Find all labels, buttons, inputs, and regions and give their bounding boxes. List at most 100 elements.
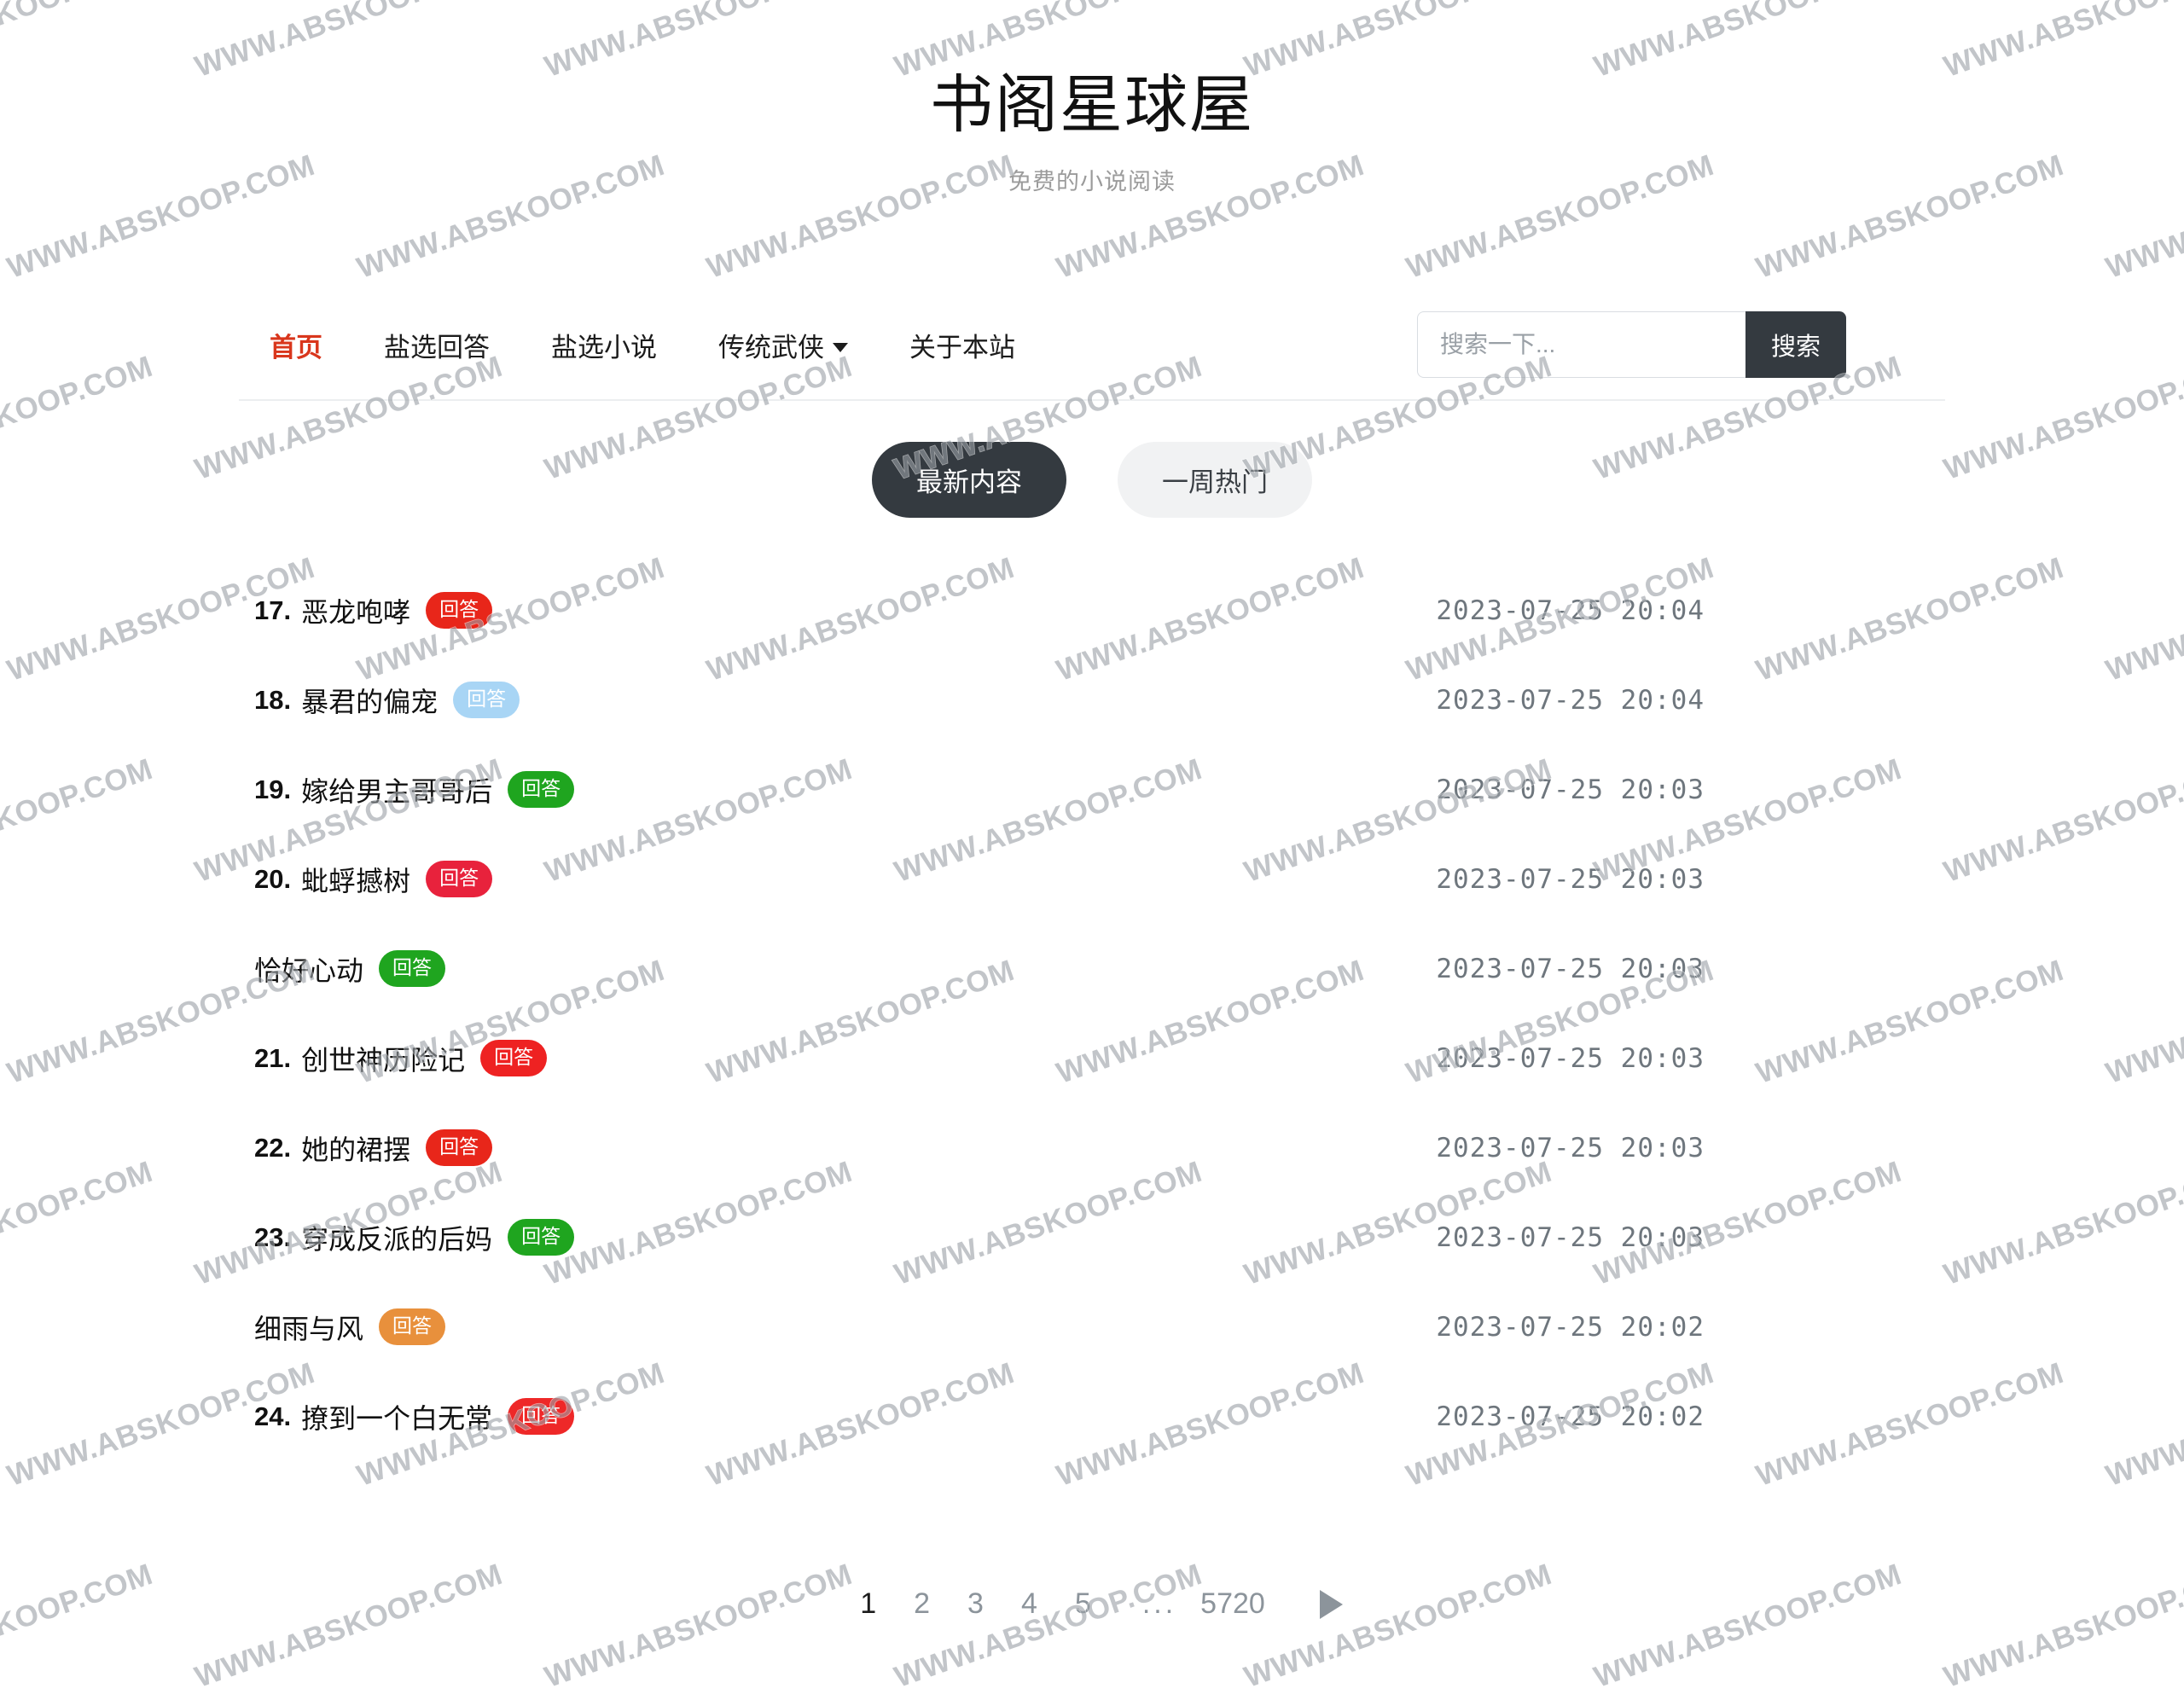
list-item-main: 21. 创世神历险记 回答 <box>254 1039 548 1078</box>
list-item-index: 24. <box>254 1401 292 1431</box>
watermark-text: WWW.ABSKOOP.COM <box>2101 550 2184 688</box>
content-list: 17. 恶龙咆哮 回答 2023-07-25 20:04 18. 暴君的偏宠 回答 2023-… <box>239 566 1945 1461</box>
site-subtitle: 免费的小说阅读 <box>1008 169 1176 195</box>
list-item[interactable]: 21. 创世神历险记 回答 2023-07-25 20:03 <box>239 1013 1945 1103</box>
search-button[interactable]: 搜索 <box>1745 311 1846 379</box>
list-item-date: 2023-07-25 20:03 <box>1436 953 1705 984</box>
list-item-title[interactable]: 创世神历险记 <box>301 1039 465 1078</box>
list-item-date: 2023-07-25 20:02 <box>1436 1311 1705 1343</box>
list-item-badge[interactable]: 回答 <box>426 592 493 630</box>
nav-item-label: 传统武侠 <box>718 332 824 363</box>
list-item-date: 2023-07-25 20:03 <box>1436 1221 1705 1253</box>
list-item-index: 19. <box>254 774 292 804</box>
watermark-text: WWW.ABSKOOP.COM <box>1939 751 2184 890</box>
pagination-page-1[interactable]: 1 <box>841 1587 895 1621</box>
list-item-title[interactable]: 恶龙咆哮 <box>301 591 410 630</box>
watermark-text: WWW.ABSKOOP.COM <box>1240 1557 1557 1695</box>
list-item-title[interactable]: 蚍蜉撼树 <box>301 860 410 899</box>
list-item[interactable]: 19. 嫁给男主哥哥后 回答 2023-07-25 20:03 <box>239 745 1945 834</box>
list-item-main: 19. 嫁给男主哥哥后 回答 <box>254 770 575 809</box>
list-item-date: 2023-07-25 20:03 <box>1436 863 1705 895</box>
list-item-index: 23. <box>254 1221 292 1252</box>
list-item-badge[interactable]: 回答 <box>379 950 446 988</box>
watermark-text: WWW.ABSKOOP.COM <box>540 1557 857 1695</box>
search-input[interactable] <box>1416 311 1745 379</box>
list-item-badge[interactable]: 回答 <box>508 1398 575 1436</box>
watermark-text: WWW.ABSKOOP.COM <box>190 1557 508 1695</box>
list-item-date: 2023-07-25 20:03 <box>1436 1042 1705 1074</box>
watermark-text: WWW.ABSKOOP.COM <box>0 751 158 890</box>
tab-weekly-hot[interactable]: 一周热门 <box>1118 442 1312 519</box>
pagination-last-page[interactable]: 5720 <box>1182 1587 1284 1621</box>
list-item-date: 2023-07-25 20:02 <box>1436 1401 1705 1432</box>
list-item-badge[interactable]: 回答 <box>426 861 493 898</box>
search-area: 搜索 <box>1416 311 1846 379</box>
list-item[interactable]: 24. 撩到一个白无常 回答 2023-07-25 20:02 <box>239 1372 1945 1461</box>
list-item-title[interactable]: 嫁给男主哥哥后 <box>301 770 492 809</box>
watermark-text: WWW.ABSKOOP.COM <box>1589 1557 1907 1695</box>
list-item-badge[interactable]: 回答 <box>426 1129 493 1167</box>
list-item-title[interactable]: 她的裙摆 <box>301 1128 410 1168</box>
list-item-title[interactable]: 穿成反派的后妈 <box>301 1218 492 1257</box>
nav-item-label: 盐选小说 <box>551 332 657 363</box>
list-item-badge[interactable]: 回答 <box>480 1040 548 1077</box>
list-item-main: 20. 蚍蜉撼树 回答 <box>254 860 493 899</box>
list-item-badge[interactable]: 回答 <box>508 771 575 809</box>
list-item-badge[interactable]: 回答 <box>379 1308 446 1346</box>
watermark-text: WWW.ABSKOOP.COM <box>1939 1154 2184 1292</box>
list-item-date: 2023-07-25 20:03 <box>1436 774 1705 805</box>
list-item-index: 18. <box>254 684 292 715</box>
list-item-index: 20. <box>254 863 292 894</box>
page-root: 书阁星球屋 免费的小说阅读 首页 盐选回答 盐选小说 传统武侠 关于本站 搜索 最新内容… <box>0 0 2184 1700</box>
list-item-date: 2023-07-25 20:04 <box>1436 595 1705 626</box>
nav-item-2[interactable]: 盐选小说 <box>520 326 688 364</box>
list-item-title[interactable]: 细雨与风 <box>254 1308 363 1347</box>
watermark-text: WWW.ABSKOOP.COM <box>0 1557 158 1695</box>
watermark-text: WWW.ABSKOOP.COM <box>1939 1557 2184 1695</box>
list-item-main: 22. 她的裙摆 回答 <box>254 1128 493 1168</box>
pagination-ellipsis: ... <box>1141 1587 1177 1621</box>
nav-item-label: 盐选回答 <box>384 332 490 363</box>
nav-divider <box>239 399 1945 402</box>
list-item-index: 21. <box>254 1042 292 1073</box>
list-item-index: 17. <box>254 595 292 625</box>
list-item-title[interactable]: 恰好心动 <box>254 949 363 989</box>
nav-item-3[interactable]: 传统武侠 <box>688 326 879 364</box>
watermark-text: WWW.ABSKOOP.COM <box>890 1557 1207 1695</box>
list-item-badge[interactable]: 回答 <box>453 682 520 719</box>
list-item-title[interactable]: 暴君的偏宠 <box>301 681 438 720</box>
list-item-index: 22. <box>254 1132 292 1163</box>
list-item[interactable]: 20. 蚍蜉撼树 回答 2023-07-25 20:03 <box>239 834 1945 924</box>
pagination: 1 2 3 4 5... 5720 <box>0 1587 2184 1621</box>
tab-latest[interactable]: 最新内容 <box>872 442 1066 519</box>
content-tabs: 最新内容 一周热门 <box>0 442 2184 519</box>
nav-links: 首页 盐选回答 盐选小说 传统武侠 关于本站 <box>239 326 1046 364</box>
list-item-badge[interactable]: 回答 <box>508 1219 575 1256</box>
list-item-main: 18. 暴君的偏宠 回答 <box>254 681 520 720</box>
pagination-page-2[interactable]: 2 <box>895 1587 949 1621</box>
list-item[interactable]: 恰好心动 回答 2023-07-25 20:03 <box>239 924 1945 1013</box>
list-item[interactable]: 23. 穿成反派的后妈 回答 2023-07-25 20:03 <box>239 1192 1945 1282</box>
pagination-next-icon[interactable] <box>1319 1589 1343 1619</box>
list-item-main: 恰好心动 回答 <box>254 949 446 989</box>
pagination-page-5[interactable]: 5 <box>1056 1587 1110 1621</box>
watermark-text: WWW.ABSKOOP.COM <box>2101 1355 2184 1494</box>
page-title: 书阁星球屋 <box>930 69 1254 140</box>
pagination-page-4[interactable]: 4 <box>1002 1587 1056 1621</box>
list-item-main: 细雨与风 回答 <box>254 1308 446 1347</box>
list-item[interactable]: 18. 暴君的偏宠 回答 2023-07-25 20:04 <box>239 655 1945 745</box>
nav-item-1[interactable]: 盐选回答 <box>353 326 520 364</box>
nav-item-0[interactable]: 首页 <box>239 326 353 364</box>
site-header: 书阁星球屋 免费的小说阅读 <box>0 0 2184 196</box>
list-item[interactable]: 22. 她的裙摆 回答 2023-07-25 20:03 <box>239 1103 1945 1192</box>
watermark-text: WWW.ABSKOOP.COM <box>0 1154 158 1292</box>
nav-item-4[interactable]: 关于本站 <box>879 326 1046 364</box>
chevron-down-icon <box>833 342 848 352</box>
pagination-page-3[interactable]: 3 <box>949 1587 1002 1621</box>
list-item-title[interactable]: 撩到一个白无常 <box>301 1397 492 1436</box>
list-item-main: 17. 恶龙咆哮 回答 <box>254 591 493 630</box>
nav-item-label: 关于本站 <box>909 332 1015 363</box>
list-item[interactable]: 17. 恶龙咆哮 回答 2023-07-25 20:04 <box>239 566 1945 655</box>
nav-item-label: 首页 <box>270 332 322 363</box>
list-item[interactable]: 细雨与风 回答 2023-07-25 20:02 <box>239 1282 1945 1372</box>
